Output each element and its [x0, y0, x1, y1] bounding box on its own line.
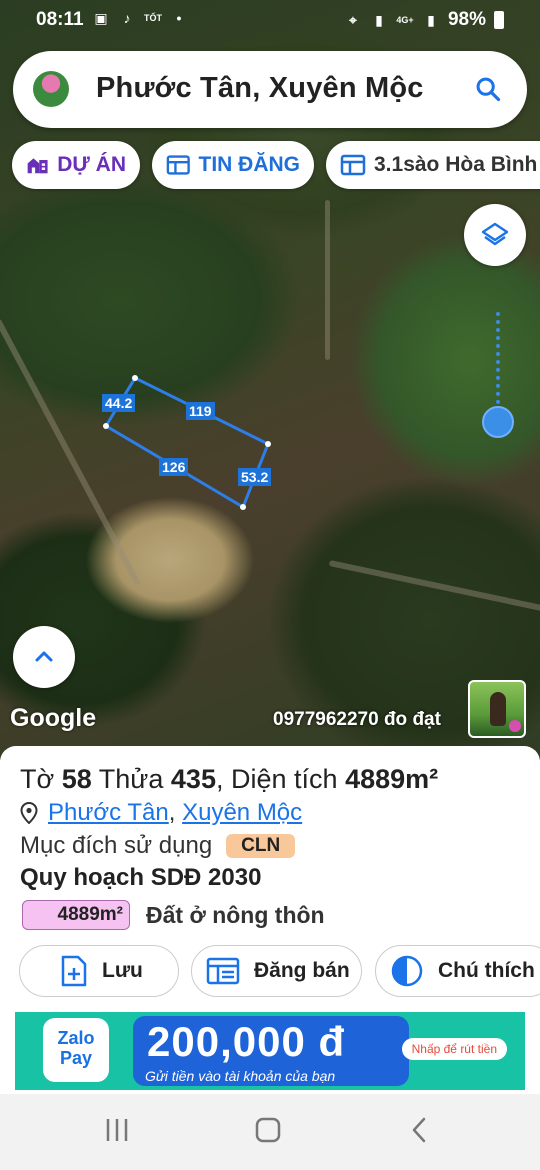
area-value: 4889m² [345, 764, 439, 794]
post-sale-label: Đăng bán [254, 959, 350, 982]
signal-icon: ▮ [427, 12, 435, 28]
search-query[interactable]: Phước Tân, Xuyên Mộc [96, 72, 424, 105]
expand-up-button[interactable] [13, 626, 75, 688]
parcel-edge-label: 44.2 [102, 394, 136, 412]
battery-icon [494, 11, 504, 29]
location-line: Phước Tân, Xuyên Mộc [20, 799, 302, 827]
phone-label: 0977962270 đo đạt [273, 709, 441, 730]
listing-icon [340, 154, 366, 176]
google-logo: Google [10, 704, 97, 732]
person-icon [490, 692, 506, 726]
save-button[interactable]: Lưu [19, 945, 179, 997]
4g-signal-icon: 4G+ [396, 15, 414, 25]
heart-icon [509, 720, 521, 732]
ad-subtitle: Gửi tiền vào tài khoản của bạn [145, 1068, 336, 1084]
parcel-vertex [265, 441, 271, 447]
chip-du-an[interactable]: DỰ ÁN [12, 141, 140, 189]
location-icon: ⌖ [349, 12, 357, 28]
thua-label: Thửa [98, 764, 164, 794]
purpose-badge: CLN [226, 834, 296, 858]
zalopay-logo: Zalo Pay [43, 1018, 109, 1082]
recent-apps-icon[interactable] [103, 1116, 131, 1144]
thua-value: 435 [170, 764, 216, 794]
search-bar[interactable]: Phước Tân, Xuyên Mộc [13, 51, 527, 128]
ad-amount: 200,000 đ [147, 1018, 346, 1065]
parcel-vertex [240, 504, 246, 510]
chip-tin-dang[interactable]: TIN ĐĂNG [152, 141, 314, 189]
parcel-vertex [132, 375, 138, 381]
layers-button[interactable] [464, 204, 526, 266]
parcel-edge-label: 119 [186, 402, 215, 420]
search-icon[interactable] [474, 75, 502, 103]
add-file-icon [61, 955, 87, 987]
area-label: Diện tích [231, 764, 338, 794]
ward-link[interactable]: Phước Tân [48, 799, 169, 827]
save-label: Lưu [102, 959, 143, 982]
purpose-label: Mục đích sử dụng [20, 832, 213, 859]
ad-cta-button[interactable]: Nhấp để rút tiền [401, 1038, 507, 1060]
tiktok-icon: ♪ [123, 10, 131, 26]
plan-title: Quy hoạch SDĐ 2030 [20, 864, 262, 891]
post-sale-button[interactable]: Đăng bán [191, 945, 362, 997]
location-pin-icon [20, 802, 38, 824]
signal-icon: ▮ [375, 12, 383, 28]
parcel-edge-label: 53.2 [238, 468, 272, 486]
legend-button[interactable]: Chú thích [375, 945, 540, 997]
purpose-row: Mục đích sử dụng CLN [20, 832, 296, 860]
ad-main-box: 200,000 đ Gửi tiền vào tài khoản của bạn [133, 1016, 409, 1086]
zalopay-line1: Zalo [57, 1028, 95, 1048]
chip-label: 3.1sào Hòa Bình [374, 153, 538, 176]
user-avatar[interactable] [468, 680, 526, 738]
compass-track [496, 312, 500, 412]
building-icon [27, 158, 48, 174]
parcel-title: Tờ 58 Thửa 435, Diện tích 4889m² [20, 764, 438, 795]
parcel-vertex [103, 423, 109, 429]
dot-icon: • [176, 10, 182, 26]
tot-icon: TỐT [144, 13, 162, 23]
back-icon[interactable] [406, 1116, 434, 1144]
plan-area-row: 4889m² Đất ở nông thôn [22, 900, 325, 930]
plan-area-badge: 4889m² [22, 900, 130, 930]
system-nav-bar [0, 1094, 540, 1170]
zalopay-line2: Pay [59, 1048, 93, 1068]
chip-label: DỰ ÁN [57, 153, 126, 176]
chip-listing[interactable]: 3.1sào Hòa Bình [326, 141, 540, 189]
battery-percent: 98% [447, 9, 486, 30]
plan-land-type: Đất ở nông thôn [146, 901, 325, 928]
legend-label: Chú thích [438, 959, 535, 982]
listing-icon [206, 957, 240, 985]
parcel-info-sheet: Tờ 58 Thửa 435, Diện tích 4889m² Phước T… [0, 746, 540, 1010]
to-label: Tờ [20, 764, 55, 794]
layers-icon [481, 222, 509, 246]
home-icon[interactable] [254, 1116, 282, 1144]
ad-banner[interactable]: Zalo Pay 200,000 đ Gửi tiền vào tài khoả… [15, 1012, 525, 1090]
app-logo-icon [33, 71, 69, 107]
chevron-up-icon [35, 651, 53, 662]
status-bar: 08:11 ▣ ♪ TỐT • ⌖ ▮ 4G+ ▮ 98% [0, 0, 540, 40]
parcel-edge-label: 126 [159, 458, 189, 476]
comma: , [215, 764, 224, 794]
contrast-icon [391, 955, 423, 987]
chip-label: TIN ĐĂNG [198, 153, 301, 176]
to-value: 58 [61, 764, 92, 794]
district-link[interactable]: Xuyên Mộc [182, 799, 302, 827]
listing-icon [166, 155, 190, 175]
status-time: 08:11 [36, 9, 84, 30]
comma: , [168, 799, 183, 826]
my-location-dot[interactable] [482, 406, 514, 438]
image-icon: ▣ [94, 10, 108, 26]
